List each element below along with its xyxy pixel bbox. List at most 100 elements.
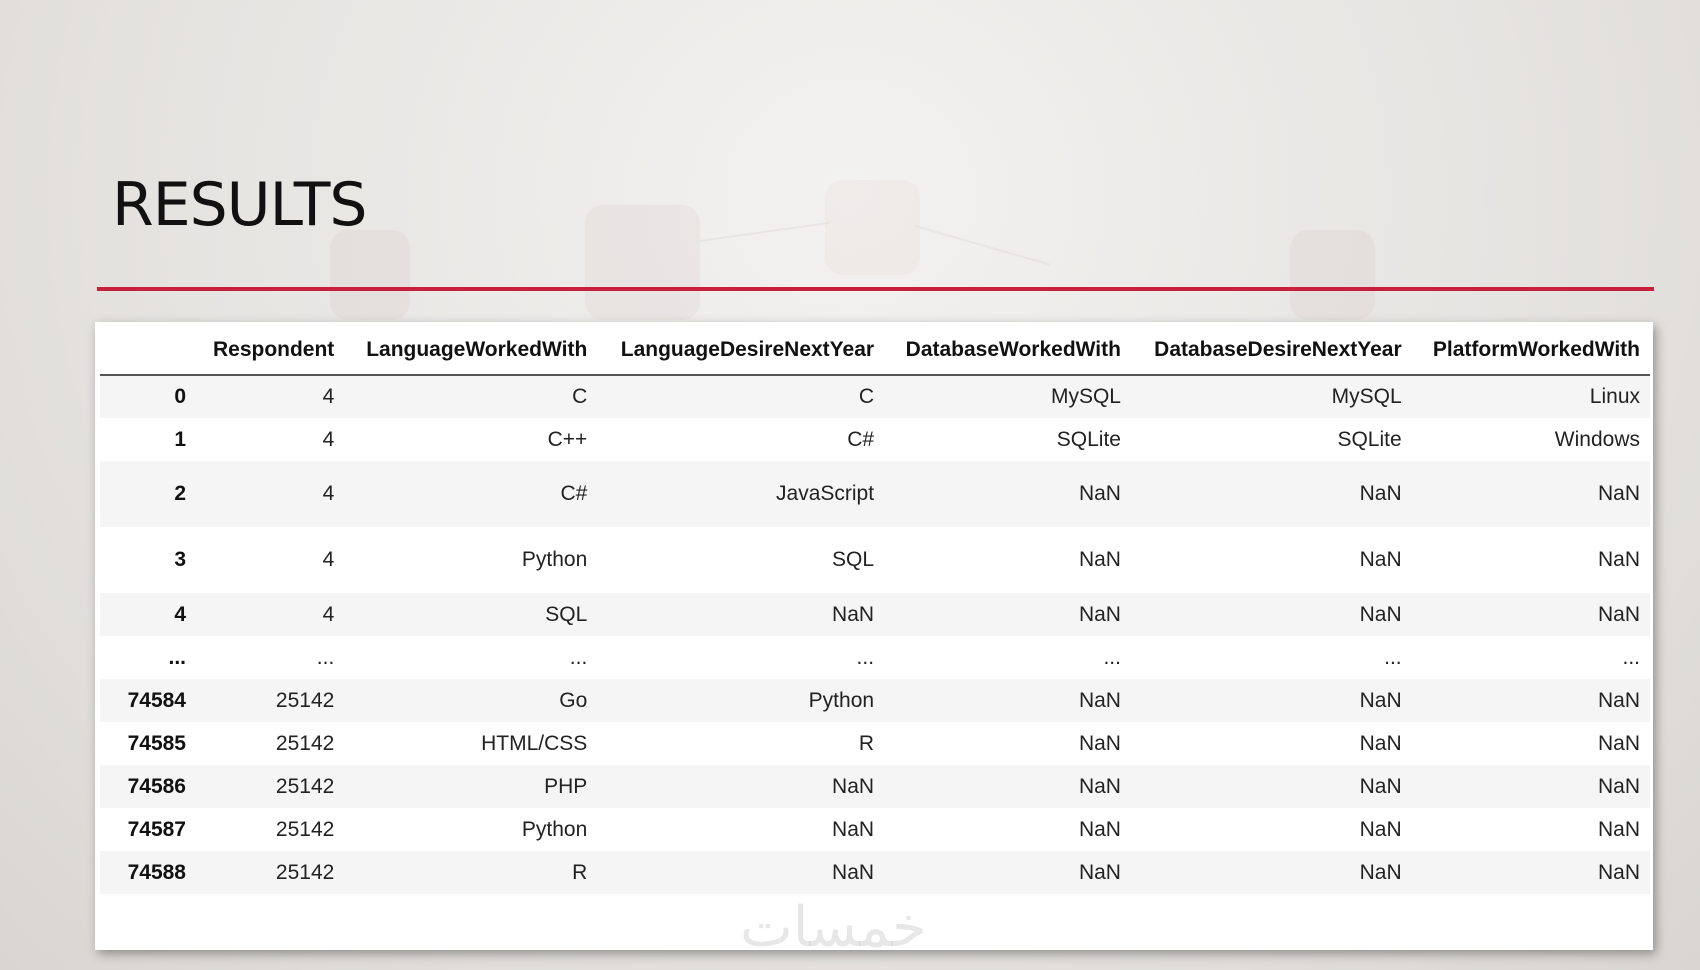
- table-cell: 4: [322, 427, 335, 451]
- table-cell: 25142: [275, 817, 335, 841]
- table-cell: NaN: [1078, 731, 1121, 755]
- table-cell: NaN: [1359, 688, 1402, 712]
- table-cell: NaN: [1597, 688, 1640, 712]
- table-cell: Go: [559, 688, 588, 712]
- column-header-platform-worked-with: PlatformWorkedWith: [1411, 326, 1650, 376]
- table-cell: NaN: [1359, 860, 1402, 884]
- table-cell: NaN: [1359, 817, 1402, 841]
- table-cell: NaN: [1078, 548, 1121, 571]
- table-cell: NaN: [1359, 731, 1402, 755]
- watermark-logo: خمسات: [740, 895, 927, 960]
- row-index: 0: [174, 385, 186, 408]
- table-cell: C#: [560, 482, 588, 505]
- table-row: 3 4 Python SQL NaN NaN NaN: [100, 527, 1650, 593]
- table-cell: ...: [1103, 645, 1121, 669]
- table-row: 0 4 C C MySQL MySQL Linux: [100, 375, 1650, 418]
- table-cell: C#: [847, 427, 875, 451]
- column-header-index: [100, 326, 196, 376]
- table-cell: NaN: [1597, 548, 1640, 571]
- table-cell: Windows: [1554, 427, 1640, 451]
- table-cell: R: [572, 860, 588, 884]
- table-cell: NaN: [832, 774, 875, 798]
- column-header-respondent: Respondent: [196, 326, 345, 376]
- dataframe-card: Respondent LanguageWorkedWith LanguageDe…: [95, 322, 1653, 950]
- table-cell: C++: [547, 427, 588, 451]
- background-shape: [1290, 230, 1375, 320]
- table-cell: SQL: [545, 602, 588, 626]
- table-cell: NaN: [832, 602, 875, 626]
- row-index: ...: [168, 645, 186, 669]
- table-cell: MySQL: [1050, 385, 1121, 408]
- table-row: 74588 25142 R NaN NaN NaN NaN: [100, 851, 1650, 894]
- table-cell: JavaScript: [776, 482, 875, 505]
- row-index: 74586: [127, 774, 186, 798]
- table-header-row: Respondent LanguageWorkedWith LanguageDe…: [100, 326, 1650, 376]
- table-cell: NaN: [1359, 548, 1402, 571]
- table-row: 74587 25142 Python NaN NaN NaN NaN: [100, 808, 1650, 851]
- dataframe-table: Respondent LanguageWorkedWith LanguageDe…: [100, 326, 1650, 894]
- table-cell: NaN: [1078, 817, 1121, 841]
- table-cell: MySQL: [1331, 385, 1402, 408]
- column-header-database-worked-with: DatabaseWorkedWith: [884, 326, 1131, 376]
- table-cell: NaN: [1597, 482, 1640, 505]
- table-cell: SQLite: [1337, 427, 1402, 451]
- table-cell: 4: [322, 385, 335, 408]
- table-cell: NaN: [1597, 602, 1640, 626]
- table-cell: Python: [808, 688, 875, 712]
- table-cell: 4: [322, 548, 335, 571]
- table-cell: Python: [521, 817, 588, 841]
- table-cell: PHP: [544, 774, 588, 798]
- table-cell: ...: [1622, 645, 1640, 669]
- table-cell: NaN: [1359, 482, 1402, 505]
- background-line: [914, 225, 1050, 266]
- table-cell: NaN: [832, 860, 875, 884]
- slide: RESULTS Respondent LanguageWorkedWith La…: [0, 0, 1700, 970]
- table-row: 2 4 C# JavaScript NaN NaN NaN: [100, 461, 1650, 527]
- column-header-language-worked-with: LanguageWorkedWith: [344, 326, 598, 376]
- table-body: 0 4 C C MySQL MySQL Linux 1 4 C++ C# SQLite SQLite Wi…: [100, 375, 1650, 894]
- table-cell: NaN: [1078, 860, 1121, 884]
- table-cell: ...: [569, 645, 588, 669]
- table-cell: C: [858, 385, 875, 408]
- table-cell: 4: [322, 482, 335, 505]
- table-cell: NaN: [1359, 774, 1402, 798]
- table-cell: NaN: [1597, 774, 1640, 798]
- row-index: 74585: [127, 731, 186, 755]
- title-divider: [97, 287, 1654, 291]
- table-cell: NaN: [1597, 731, 1640, 755]
- table-cell: NaN: [1597, 860, 1640, 884]
- background-shape: [330, 230, 410, 320]
- table-row: 74584 25142 Go Python NaN NaN NaN: [100, 679, 1650, 722]
- table-cell: NaN: [1359, 602, 1402, 626]
- table-cell: SQL: [832, 548, 875, 571]
- row-index: 74587: [127, 817, 186, 841]
- table-cell: ...: [856, 645, 875, 669]
- table-cell: 25142: [275, 774, 335, 798]
- table-cell: NaN: [1078, 688, 1121, 712]
- table-row: 74585 25142 HTML/CSS R NaN NaN NaN: [100, 722, 1650, 765]
- column-header-language-desire-next-year: LanguageDesireNextYear: [597, 326, 885, 376]
- table-cell: NaN: [832, 817, 875, 841]
- table-cell: 25142: [275, 688, 335, 712]
- table-cell: NaN: [1078, 482, 1121, 505]
- row-index: 2: [174, 482, 186, 505]
- table-cell: Python: [521, 548, 588, 571]
- background-line: [699, 221, 829, 242]
- row-index: 3: [174, 548, 186, 571]
- table-cell: SQLite: [1056, 427, 1121, 451]
- table-cell: HTML/CSS: [481, 731, 588, 755]
- column-header-database-desire-next-year: DatabaseDesireNextYear: [1130, 326, 1412, 376]
- table-cell: NaN: [1078, 602, 1121, 626]
- table-cell: NaN: [1597, 817, 1640, 841]
- table-cell: Linux: [1589, 385, 1640, 408]
- table-cell: 25142: [275, 731, 335, 755]
- table-cell: 25142: [275, 860, 335, 884]
- table-cell: R: [858, 731, 875, 755]
- table-row: 1 4 C++ C# SQLite SQLite Windows: [100, 418, 1650, 461]
- table-cell: NaN: [1078, 774, 1121, 798]
- table-row: 4 4 SQL NaN NaN NaN NaN: [100, 593, 1650, 636]
- table-cell: C: [572, 385, 588, 408]
- table-cell: ...: [1384, 645, 1402, 669]
- row-index: 4: [174, 602, 186, 626]
- slide-title: RESULTS: [112, 170, 368, 240]
